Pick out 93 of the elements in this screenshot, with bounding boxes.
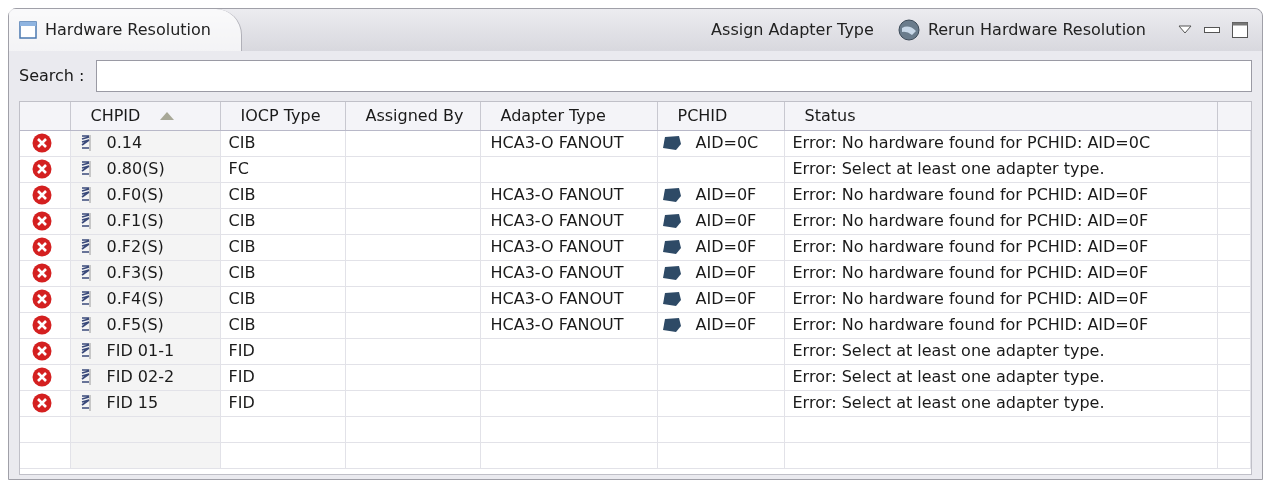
table-cell: CIB: [228, 289, 256, 308]
error-icon: [32, 393, 52, 413]
error-icon: [32, 263, 52, 283]
chip-icon: [661, 317, 682, 333]
table-cell: Error: No hardware found for PCHID: AID=0F: [792, 289, 1149, 308]
channel-icon: [80, 213, 91, 229]
table-cell-text: 0.F5(S): [106, 314, 164, 336]
sort-ascending-icon: [160, 111, 175, 120]
table-cell: Error: Select at least one adapter type.: [792, 367, 1105, 386]
channel-icon: [80, 265, 91, 281]
table-cell: Error: No hardware found for PCHID: AID=0F: [792, 237, 1149, 256]
table-cell: Error: No hardware found for PCHID: AID=0F: [792, 185, 1149, 204]
table-cell-text: 0.F0(S): [106, 184, 164, 206]
error-icon: [32, 133, 52, 153]
channel-icon: [80, 187, 91, 203]
error-icon: [32, 289, 52, 309]
table-cell-text: 0.14: [106, 132, 143, 154]
table-cell: Error: No hardware found for PCHID: AID=0C: [792, 133, 1151, 152]
table-cell: HCA3-O FANOUT: [490, 237, 624, 256]
table-cell-text: AID=0F: [695, 184, 757, 206]
table-cell-text: AID=0C: [695, 132, 759, 154]
table-cell-text: 0.F1(S): [106, 210, 164, 232]
toolbar-button[interactable]: Assign Adapter Type: [711, 18, 874, 42]
window-icon: [19, 21, 37, 39]
globe-icon: [897, 19, 920, 41]
table-cell: CIB: [228, 315, 256, 334]
channel-icon: [80, 369, 91, 385]
table-cell: Error: Select at least one adapter type.: [792, 393, 1105, 412]
table-cell: HCA3-O FANOUT: [490, 289, 624, 308]
table-cell: FID: [228, 393, 255, 412]
error-icon: [32, 341, 52, 361]
error-icon: [32, 367, 52, 387]
table-cell: Error: Select at least one adapter type.: [792, 341, 1105, 360]
chip-icon: [661, 135, 682, 151]
chip-icon: [661, 265, 682, 281]
table-cell-text: AID=0F: [695, 314, 757, 336]
table-cell: CIB: [228, 211, 256, 230]
error-icon: [32, 159, 52, 179]
table-cell-text: AID=0F: [695, 288, 757, 310]
channel-icon: [80, 317, 91, 333]
error-icon: [32, 315, 52, 335]
column-header[interactable]: Assigned By: [365, 103, 464, 128]
error-icon: [32, 237, 52, 257]
table-cell: Error: No hardware found for PCHID: AID=0F: [792, 263, 1149, 282]
table-cell: FID: [228, 367, 255, 386]
table-cell: CIB: [228, 133, 256, 152]
table-cell: FC: [228, 159, 249, 178]
table-cell: HCA3-O FANOUT: [490, 263, 624, 282]
table-cell-text: 0.80(S): [106, 158, 165, 180]
table-cell-text: 0.F2(S): [106, 236, 164, 258]
table-cell-text: FID 01-1: [106, 340, 175, 362]
channel-icon: [80, 239, 91, 255]
table-cell-text: FID 15: [106, 392, 159, 414]
table-cell-text: 0.F4(S): [106, 288, 164, 310]
minimize-icon[interactable]: [1204, 27, 1220, 33]
channel-icon: [80, 291, 91, 307]
chip-icon: [661, 291, 682, 307]
table-cell-text: AID=0F: [695, 210, 757, 232]
table-cell: Error: No hardware found for PCHID: AID=0F: [792, 211, 1149, 230]
table-cell-text: FID 02-2: [106, 366, 175, 388]
table-cell: FID: [228, 341, 255, 360]
table-cell: HCA3-O FANOUT: [490, 185, 624, 204]
channel-icon: [80, 343, 91, 359]
error-icon: [32, 211, 52, 231]
chip-icon: [661, 187, 682, 203]
table-cell: HCA3-O FANOUT: [490, 211, 624, 230]
table-cell-text: 0.F3(S): [106, 262, 164, 284]
column-header[interactable]: IOCP Type: [240, 103, 321, 128]
column-header[interactable]: Status: [804, 103, 856, 128]
view-menu-icon[interactable]: [1178, 25, 1192, 35]
table-cell: Error: Select at least one adapter type.: [792, 159, 1105, 178]
chip-icon: [661, 239, 682, 255]
error-icon: [32, 185, 52, 205]
toolbar-button[interactable]: Rerun Hardware Resolution: [897, 18, 1146, 42]
column-header[interactable]: CHPID: [90, 103, 175, 128]
column-header[interactable]: PCHID: [677, 103, 728, 128]
table-cell: CIB: [228, 237, 256, 256]
channel-icon: [80, 395, 91, 411]
chip-icon: [661, 213, 682, 229]
table-cell: HCA3-O FANOUT: [490, 315, 624, 334]
search-field[interactable]: [96, 60, 1252, 92]
column-header[interactable]: Adapter Type: [500, 103, 606, 128]
table-cell-text: AID=0F: [695, 236, 757, 258]
table-cell: CIB: [228, 263, 256, 282]
table-cell: CIB: [228, 185, 256, 204]
channel-icon: [80, 135, 91, 151]
channel-icon: [80, 161, 91, 177]
table-cell: HCA3-O FANOUT: [490, 133, 624, 152]
table-cell: Error: No hardware found for PCHID: AID=0F: [792, 315, 1149, 334]
search-label: Search :: [19, 65, 85, 87]
view-tab[interactable]: Hardware Resolution: [9, 9, 242, 51]
maximize-icon[interactable]: [1232, 22, 1248, 38]
table-cell-text: AID=0F: [695, 262, 757, 284]
